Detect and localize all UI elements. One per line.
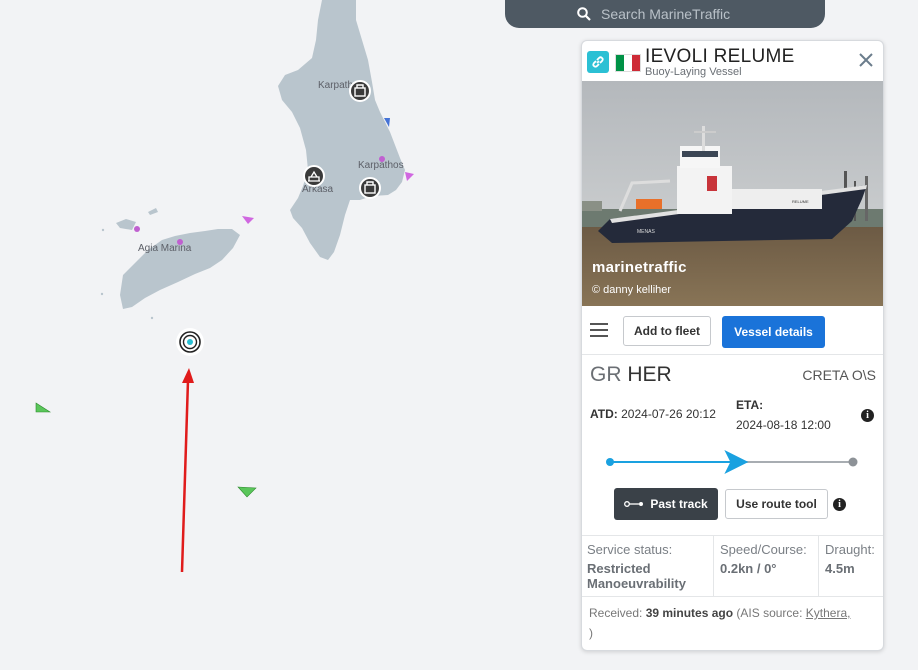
atd-label: ATD: — [590, 407, 618, 421]
flag-italy-icon — [615, 54, 641, 72]
search-bar[interactable] — [505, 0, 825, 28]
speed-course: Speed/Course: 0.2kn / 0° — [713, 536, 824, 596]
svg-text:RELUME: RELUME — [792, 199, 809, 204]
vessel-marker-magenta[interactable] — [242, 216, 254, 224]
departure-port-code: HER — [627, 363, 672, 386]
speed-course-label: Speed/Course: — [720, 542, 807, 557]
photo-credit: © danny kelliher — [592, 284, 672, 296]
port-icon[interactable] — [349, 80, 371, 102]
karpathos-island — [278, 0, 405, 260]
received-time: 39 minutes ago — [645, 606, 734, 620]
search-icon — [577, 7, 591, 21]
menu-icon[interactable] — [590, 323, 608, 337]
vessel-info-panel: IEVOLI RELUME Buoy-Laying Vessel MENAS R… — [581, 40, 884, 651]
service-status-label: Service status: — [587, 542, 673, 557]
pointer-arrow — [180, 368, 194, 573]
islet-dot — [100, 292, 104, 296]
ais-source-link[interactable]: Kythera, — [806, 606, 851, 620]
islet-dot — [101, 228, 105, 232]
action-bar: Add to fleet Vessel details — [582, 306, 883, 355]
past-track-button[interactable]: Past track — [614, 488, 718, 520]
link-button[interactable] — [587, 51, 609, 73]
link-icon — [592, 56, 604, 68]
vessel-type: Buoy-Laying Vessel — [645, 66, 742, 78]
service-status-value: Restricted Manoeuvrability — [587, 561, 686, 591]
svg-text:MENAS: MENAS — [637, 229, 655, 235]
port-icon[interactable] — [359, 177, 381, 199]
vessel-name: IEVOLI RELUME — [645, 46, 795, 67]
airport-icon[interactable] — [303, 165, 325, 187]
route-tool-button[interactable]: Use route tool — [725, 489, 828, 519]
received-prefix: Received: — [589, 606, 646, 620]
vessel-marker-dot[interactable] — [177, 239, 183, 245]
selected-vessel-target[interactable] — [176, 328, 204, 356]
speed-course-value: 0.2kn / 0° — [720, 561, 777, 576]
armathia-islet — [116, 219, 136, 230]
vessel-details-button[interactable]: Vessel details — [722, 316, 825, 348]
vessel-marker-dot[interactable] — [134, 226, 140, 232]
departure-country: GR — [590, 363, 622, 386]
islet-north — [148, 208, 158, 215]
voyage-progress — [606, 450, 858, 474]
atd: ATD: 2024-07-26 20:12 — [590, 407, 716, 421]
info-icon[interactable]: i — [861, 409, 874, 422]
progress-end-dot — [848, 457, 858, 467]
eta-value: 2024-08-18 12:00 — [736, 418, 831, 432]
islet-dot — [150, 316, 154, 320]
vessel-marker-magenta[interactable] — [405, 172, 414, 181]
vessel-marker-green[interactable] — [35, 402, 52, 413]
received-info: Received: 39 minutes ago (AIS source: Ky… — [589, 603, 879, 643]
received-suffix: ) — [589, 626, 593, 640]
eta-label: ETA: — [736, 398, 764, 412]
track-icon — [624, 501, 644, 507]
status-grid: Service status: Restricted Manoeuvrabili… — [582, 535, 883, 597]
add-to-fleet-button[interactable]: Add to fleet — [623, 316, 711, 346]
progress-start-dot — [606, 458, 614, 466]
atd-value: 2024-07-26 20:12 — [621, 407, 716, 421]
draught: Draught: 4.5m — [818, 536, 883, 596]
destination: CRETA O\S — [802, 367, 876, 383]
draught-value: 4.5m — [825, 561, 855, 576]
vessel-marker-dot[interactable] — [379, 156, 385, 162]
close-icon[interactable] — [857, 51, 875, 69]
vessel-photo[interactable]: MENAS RELUME marinetraffic © danny kelli… — [582, 81, 883, 306]
service-status: Service status: Restricted Manoeuvrabili… — [587, 536, 712, 596]
past-track-label: Past track — [650, 497, 708, 511]
search-input[interactable] — [599, 5, 753, 23]
panel-header: IEVOLI RELUME Buoy-Laying Vessel — [582, 41, 883, 81]
departure-port[interactable]: GR HER — [590, 363, 672, 387]
received-middle: (AIS source: — [733, 606, 806, 620]
info-icon[interactable]: i — [833, 498, 846, 511]
vessel-marker-green[interactable] — [237, 486, 257, 498]
draught-label: Draught: — [825, 542, 875, 557]
photo-watermark: marinetraffic — [592, 259, 687, 276]
map-label-agia-marina: Agia Marina — [138, 243, 192, 254]
